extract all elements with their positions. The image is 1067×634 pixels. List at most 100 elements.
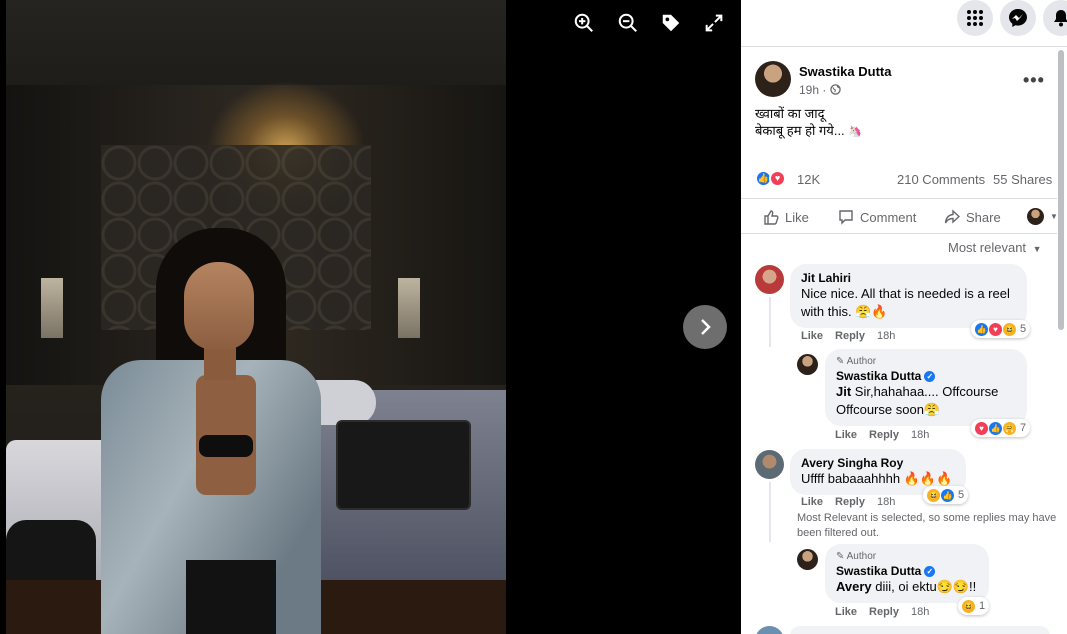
reply-reply-link[interactable]: Reply xyxy=(869,429,899,441)
reply-text: Avery diii, oi ektu😏😏!! xyxy=(836,579,976,594)
reaction-summary: 👍 ♥ 12K 210 Comments 55 Shares xyxy=(755,168,1055,190)
thread-line xyxy=(769,297,771,347)
comment-button[interactable]: Comment xyxy=(838,209,916,225)
comment-text: Nice nice. All that is needed is a reel … xyxy=(801,286,1010,319)
post-caption-line1: ख्वाबों का जादू xyxy=(755,106,825,121)
reply-text: Jit Sir,hahahaa.... Offcourse Offcourse … xyxy=(836,384,998,417)
comment-text: Uffff babaaahhhh 🔥🔥🔥 xyxy=(801,471,953,486)
comment-time[interactable]: 18h xyxy=(877,496,895,508)
comment-reaction-count: 5 xyxy=(1020,323,1027,335)
comment-actions: Like Reply 18h xyxy=(801,330,895,342)
thumbs-up-icon xyxy=(764,210,779,225)
reply-reaction-badge[interactable]: ♥ 👍 🤗 7 xyxy=(971,419,1031,437)
mention-link[interactable]: Jit xyxy=(836,384,851,399)
like-reaction-icon: 👍 xyxy=(989,421,1002,435)
mention-link[interactable]: Avery xyxy=(836,579,872,594)
reply-reaction-badge[interactable]: 😆 1 xyxy=(958,597,990,615)
post-meta: 19h · xyxy=(799,83,841,97)
comment-actions: Like Reply 18h xyxy=(801,496,895,508)
post-caption-line2-text: बेकाबू हम हो गये... xyxy=(755,123,849,138)
comment-reaction-badge[interactable]: 😆 👍 5 xyxy=(923,486,969,504)
author-badge: ✎ Author xyxy=(836,356,1016,367)
reply-author-name-text: Swastika Dutta xyxy=(836,564,922,578)
commenter-avatar[interactable] xyxy=(755,626,784,634)
post-author-name[interactable]: Swastika Dutta xyxy=(799,64,891,79)
comment-sort-label: Most relevant xyxy=(948,240,1027,255)
photo-wall-lamp-right xyxy=(398,278,420,338)
reply-author-name[interactable]: Swastika Dutta ✓ xyxy=(836,369,1016,383)
viewer-avatar xyxy=(1027,208,1044,225)
chevron-right-icon xyxy=(701,319,711,335)
comment-reply-link[interactable]: Reply xyxy=(835,330,865,342)
comment-reaction-badge[interactable]: 👍 ♥ 😆 5 xyxy=(971,320,1031,338)
like-button[interactable]: Like xyxy=(763,209,809,225)
like-reaction-icon: 👍 xyxy=(941,488,954,502)
care-reaction-icon: 🤗 xyxy=(1003,421,1016,435)
haha-reaction-icon: 😆 xyxy=(927,488,940,502)
commenter-name[interactable]: Jit Lahiri xyxy=(801,271,1016,285)
reply-reply-link[interactable]: Reply xyxy=(869,606,899,618)
post-caption: ख्वाबों का जादू बेकाबू हम हो गये... 🦄 xyxy=(755,105,862,141)
photo-wall-lamp-left xyxy=(41,278,63,338)
author-badge-label: Author xyxy=(846,551,877,562)
filter-notice: Most Relevant is selected, so some repli… xyxy=(797,512,1057,539)
commenter-name[interactable]: Avery Singha Roy xyxy=(801,456,955,470)
verified-badge-icon: ✓ xyxy=(924,566,936,578)
photo-person-pants xyxy=(186,560,276,634)
more-options-icon[interactable]: ••• xyxy=(1023,70,1045,91)
post-details-panel: Swastika Dutta 19h · ••• ख्वाबों का जादू… xyxy=(741,0,1067,634)
comment-like-link[interactable]: Like xyxy=(801,330,823,342)
reaction-profile-selector[interactable]: ▼ xyxy=(1027,208,1058,225)
reply-author-avatar[interactable] xyxy=(797,549,818,570)
reply-reaction-count: 7 xyxy=(1020,422,1027,434)
verified-badge-icon: ✓ xyxy=(924,371,936,383)
author-badge: ✎ Author xyxy=(836,551,978,562)
love-reaction-icon: ♥ xyxy=(989,322,1002,336)
share-button[interactable]: Share xyxy=(944,209,1001,225)
haha-reaction-icon: 😆 xyxy=(1003,322,1016,336)
pencil-icon: ✎ xyxy=(836,551,845,562)
comment-reply-link[interactable]: Reply xyxy=(835,496,865,508)
reply-time[interactable]: 18h xyxy=(911,429,929,441)
reply-text-body: Sir,hahahaa.... Offcourse Offcourse soon… xyxy=(836,384,999,417)
comment-bubble xyxy=(790,626,1050,634)
messenger-icon[interactable] xyxy=(1000,0,1036,36)
comment-time[interactable]: 18h xyxy=(877,330,895,342)
apps-grid-icon[interactable] xyxy=(957,0,993,36)
like-reaction-icon: 👍 xyxy=(975,322,988,336)
fullscreen-icon[interactable] xyxy=(702,12,726,36)
scrollbar[interactable] xyxy=(1058,50,1064,330)
comment-bubble: Jit Lahiri Nice nice. All that is needed… xyxy=(790,264,1027,328)
reaction-count[interactable]: 12K xyxy=(797,172,820,187)
photo-ceiling xyxy=(6,0,506,85)
commenter-avatar[interactable] xyxy=(755,265,784,294)
reply-bubble: ✎ Author Swastika Dutta ✓ Jit Sir,hahahaa… xyxy=(825,349,1027,426)
comment-like-link[interactable]: Like xyxy=(801,496,823,508)
commenter-avatar[interactable] xyxy=(755,450,784,479)
comment-count[interactable]: 210 Comments xyxy=(897,172,985,187)
share-arrow-icon xyxy=(944,209,960,224)
post-time[interactable]: 19h xyxy=(799,83,819,97)
post-photo[interactable] xyxy=(6,0,506,634)
comment-sort-dropdown[interactable]: Most relevant ▼ xyxy=(948,240,1042,255)
reply-time[interactable]: 18h xyxy=(911,606,929,618)
unicorn-emoji-icon: 🦄 xyxy=(848,126,862,138)
caret-down-icon: ▼ xyxy=(1032,244,1042,254)
zoom-in-icon[interactable] xyxy=(572,12,596,36)
photo-suitcase xyxy=(336,420,471,510)
share-count[interactable]: 55 Shares xyxy=(993,172,1052,187)
author-avatar[interactable] xyxy=(755,61,791,97)
tag-icon[interactable] xyxy=(659,12,683,36)
photo-person-face xyxy=(184,262,254,350)
photo-person-top xyxy=(199,435,253,457)
top-bar xyxy=(741,0,1067,47)
reply-author-name[interactable]: Swastika Dutta ✓ xyxy=(836,564,978,578)
reply-like-link[interactable]: Like xyxy=(835,606,857,618)
reply-like-link[interactable]: Like xyxy=(835,429,857,441)
reply-author-avatar[interactable] xyxy=(797,354,818,375)
next-photo-button[interactable] xyxy=(683,305,727,349)
zoom-out-icon[interactable] xyxy=(616,12,640,36)
comment-bubble-icon xyxy=(839,210,853,225)
notifications-bell-icon[interactable] xyxy=(1043,0,1067,36)
caret-down-icon: ▼ xyxy=(1050,212,1058,221)
